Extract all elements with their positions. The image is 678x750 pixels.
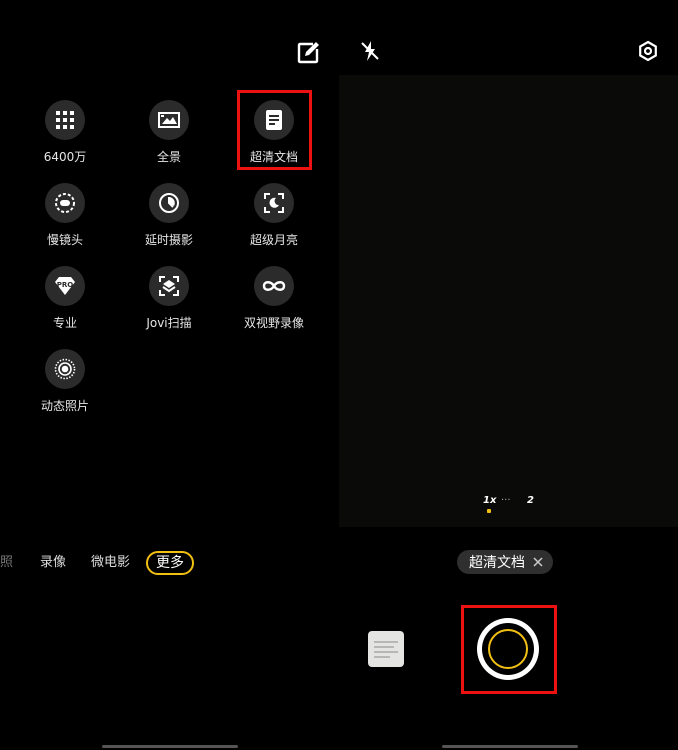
zoom-1x[interactable]: 1x — [483, 495, 496, 506]
mode-hd-document[interactable]: 超清文档 — [229, 100, 319, 178]
viewfinder[interactable] — [339, 75, 678, 527]
zoom-selector: 1x ··· 2 — [477, 495, 537, 513]
shutter-ring — [488, 629, 528, 669]
close-icon[interactable] — [531, 555, 545, 569]
mode-label: 慢镜头 — [46, 233, 83, 247]
mode-slow-motion[interactable]: 慢镜头 — [20, 183, 110, 261]
flash-off-icon[interactable] — [357, 38, 383, 64]
mode-label: Jovi扫描 — [146, 316, 192, 330]
mode-timelapse[interactable]: 延时摄影 — [124, 183, 214, 261]
home-indicator — [102, 745, 238, 748]
active-mode-label: 超清文档 — [469, 555, 525, 571]
mode-label: 超清文档 — [249, 150, 298, 164]
mode-label: 动态照片 — [40, 399, 89, 413]
pro-icon: PRO — [45, 266, 85, 306]
dual-view-icon — [254, 266, 294, 306]
active-mode-chip: 超清文档 — [457, 550, 553, 574]
tab-micro-film[interactable]: 微电影 — [91, 551, 130, 575]
mode-panorama[interactable]: 全景 — [124, 100, 214, 178]
mode-label: 专业 — [52, 316, 77, 330]
mode-label: 双视野录像 — [243, 316, 304, 330]
grid-icon — [45, 100, 85, 140]
timelapse-icon — [149, 183, 189, 223]
settings-icon[interactable] — [635, 38, 661, 64]
tab-video[interactable]: 录像 — [40, 551, 66, 575]
mode-label: 超级月亮 — [249, 233, 298, 247]
mode-64mp[interactable]: 6400万 — [20, 100, 110, 178]
mode-live-photo[interactable]: 动态照片 — [20, 349, 110, 427]
mode-label: 延时摄影 — [144, 233, 193, 247]
zoom-more[interactable]: ··· — [501, 495, 511, 506]
gallery-thumbnail[interactable] — [368, 631, 404, 667]
mode-jovi-scan[interactable]: Jovi扫描 — [124, 266, 214, 344]
camera-panel: 1x ··· 2 超清文档 — [339, 0, 678, 750]
live-photo-icon — [45, 349, 85, 389]
home-indicator — [442, 745, 578, 748]
svg-text:PRO: PRO — [57, 281, 74, 289]
mode-label: 6400万 — [43, 150, 87, 164]
document-icon — [254, 100, 294, 140]
tab-photo[interactable]: 照 — [0, 551, 13, 575]
scan-icon — [149, 266, 189, 306]
zoom-indicator — [487, 509, 491, 513]
tab-more[interactable]: 更多 — [146, 551, 194, 575]
mode-dual-view[interactable]: 双视野录像 — [229, 266, 319, 344]
more-modes-panel: 6400万 全景 超清文档 慢镜头 延时摄影 超级月亮 PRO 专业 Jovi扫… — [0, 0, 339, 750]
mode-pro[interactable]: PRO 专业 — [20, 266, 110, 344]
slow-motion-icon — [45, 183, 85, 223]
panorama-icon — [149, 100, 189, 140]
mode-super-moon[interactable]: 超级月亮 — [229, 183, 319, 261]
mode-label: 全景 — [156, 150, 181, 164]
zoom-2x[interactable]: 2 — [527, 495, 534, 506]
camera-mode-bar: 照 录像 微电影 更多 — [0, 551, 339, 575]
moon-icon — [254, 183, 294, 223]
edit-icon[interactable] — [295, 40, 321, 66]
shutter-button[interactable] — [477, 618, 539, 680]
